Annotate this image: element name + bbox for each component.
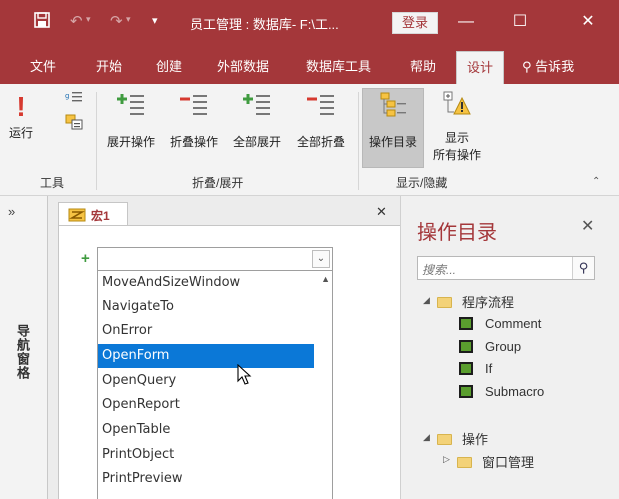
scroll-up-icon[interactable]: ▲ [321,274,330,284]
expand-action-button[interactable]: 展开操作 [101,90,161,150]
catalog-search-input[interactable]: 搜索... ⚲ [417,256,595,280]
document-area: 宏1 ✕ + ⌄ MoveAndSizeWindow NavigateTo On… [48,196,400,499]
comment-icon [459,317,473,330]
expanded-triangle-icon[interactable]: ◢ [423,432,430,443]
group-label-collapse-expand: 折叠/展开 [192,176,244,190]
document-tab[interactable]: 宏1 [58,202,128,226]
save-icon[interactable] [34,12,50,32]
collapse-action-icon [180,95,207,115]
expand-action-icon [117,94,144,115]
document-tab-label: 宏1 [91,209,110,223]
tree-item-if[interactable]: If [459,361,492,376]
folder-icon [457,457,472,468]
collapse-all-icon [307,95,334,115]
search-icon: ⚲ [522,59,532,74]
expand-all-button[interactable]: 全部展开 [227,90,287,150]
group-label-show-hide: 显示/隐藏 [396,176,448,190]
convert-macros-icon [65,114,83,130]
collapse-all-button[interactable]: 全部折叠 [291,90,351,150]
list-item[interactable]: OnError [98,319,314,343]
tell-me-label: 告诉我 [535,59,575,74]
minimize-button[interactable]: — [446,8,486,36]
list-item[interactable]: OpenQuery [98,369,314,393]
window-title: 员工管理 : 数据库- F:\工... [190,17,339,32]
tree-item-submacro[interactable]: Submacro [459,384,544,399]
undo-icon[interactable]: ↶ [70,12,83,30]
run-button[interactable]: ! 运行 [4,90,38,141]
list-item[interactable]: PrintPreview [98,467,314,491]
group-separator [96,92,97,190]
tree-node-actions[interactable]: 操作 [437,429,488,448]
action-catalog-icon [380,92,406,117]
action-dropdown-list[interactable]: MoveAndSizeWindow NavigateTo OnError Ope… [97,271,333,499]
convert-macros-button[interactable] [64,114,84,133]
show-all-actions-icon [443,91,471,115]
collapse-ribbon-icon[interactable]: ⌃ [592,176,600,187]
action-catalog-title: 操作目录 [417,222,497,244]
tab-design[interactable]: 设计 [456,51,505,84]
run-icon: ! [16,91,26,122]
title-bar: ↶ ▾ ↷ ▾ ▾ 员工管理 : 数据库- F:\工... 登录 — ☐ ✕ [0,0,619,44]
action-catalog-pane: 操作目录 ✕ 搜索... ⚲ ◢ 程序流程 Comment Group If S… [400,196,619,499]
single-step-icon: g [65,92,82,102]
list-item[interactable]: OpenReport [98,393,314,417]
tell-me-search[interactable]: ⚲ 告诉我 [522,56,574,75]
list-item-selected[interactable]: OpenForm [98,344,314,368]
expand-all-icon [243,94,270,115]
list-item[interactable]: OpenTable [98,418,314,442]
expanded-triangle-icon[interactable]: ◢ [423,295,430,306]
customize-quick-access-icon[interactable]: ▾ [152,14,158,27]
tab-help[interactable]: 帮助 [410,56,436,75]
group-label-tools: 工具 [40,176,65,190]
group-separator [358,92,359,190]
group-icon [459,340,473,353]
undo-dropdown-icon[interactable]: ▾ [86,14,91,25]
add-action-icon[interactable]: + [81,250,90,267]
single-step-button[interactable]: g [64,90,84,107]
tree-item-comment[interactable]: Comment [459,316,541,331]
tab-database-tools[interactable]: 数据库工具 [306,56,371,75]
tree-item-group[interactable]: Group [459,339,521,354]
show-all-actions-button[interactable]: 显示 所有操作 [426,90,488,163]
macro-icon [68,208,86,222]
if-icon [459,362,473,375]
navigation-pane-label: 导航窗格 [15,324,30,380]
tab-create[interactable]: 创建 [156,56,182,75]
tree-node-program-flow[interactable]: 程序流程 [437,292,514,311]
navigation-pane[interactable]: » 导航窗格 [0,196,48,499]
tree-node-window-management[interactable]: 窗口管理 [457,452,534,471]
ribbon-tabs: 文件 开始 创建 外部数据 数据库工具 帮助 设计 ⚲ 告诉我 [0,44,619,84]
svg-text:g: g [65,92,69,100]
submacro-icon [459,385,473,398]
close-document-icon[interactable]: ✕ [376,204,387,220]
chevron-down-icon[interactable]: ⌄ [312,250,330,268]
expand-nav-pane-icon[interactable]: » [8,204,15,219]
search-placeholder: 搜索... [422,263,457,277]
action-catalog-button[interactable]: 操作目录 [362,90,424,150]
tab-file[interactable]: 文件 [30,56,56,75]
list-item[interactable]: MoveAndSizeWindow [98,271,314,295]
tab-external-data[interactable]: 外部数据 [217,56,269,75]
collapsed-triangle-icon[interactable]: ▷ [443,454,450,465]
folder-icon [437,434,452,445]
macro-designer-canvas[interactable]: + ⌄ MoveAndSizeWindow NavigateTo OnError… [58,225,400,499]
tab-home[interactable]: 开始 [96,56,122,75]
redo-dropdown-icon[interactable]: ▾ [126,14,131,25]
collapse-action-button[interactable]: 折叠操作 [164,90,224,150]
close-catalog-icon[interactable]: ✕ [581,216,594,236]
maximize-button[interactable]: ☐ [500,8,540,36]
ribbon: ! 运行 g 工具 展开操作 折叠操作 全部展开 全部折叠 折叠/展开 操作目录… [0,84,619,196]
folder-icon [437,297,452,308]
close-window-button[interactable]: ✕ [568,8,608,36]
redo-icon[interactable]: ↷ [110,12,123,30]
search-icon[interactable]: ⚲ [572,257,594,279]
list-item[interactable]: PrintObject [98,443,314,467]
add-new-action-combobox[interactable]: ⌄ [97,247,333,271]
mouse-cursor-icon [237,364,252,385]
sign-in-button[interactable]: 登录 [392,12,438,34]
list-item[interactable]: NavigateTo [98,295,314,319]
